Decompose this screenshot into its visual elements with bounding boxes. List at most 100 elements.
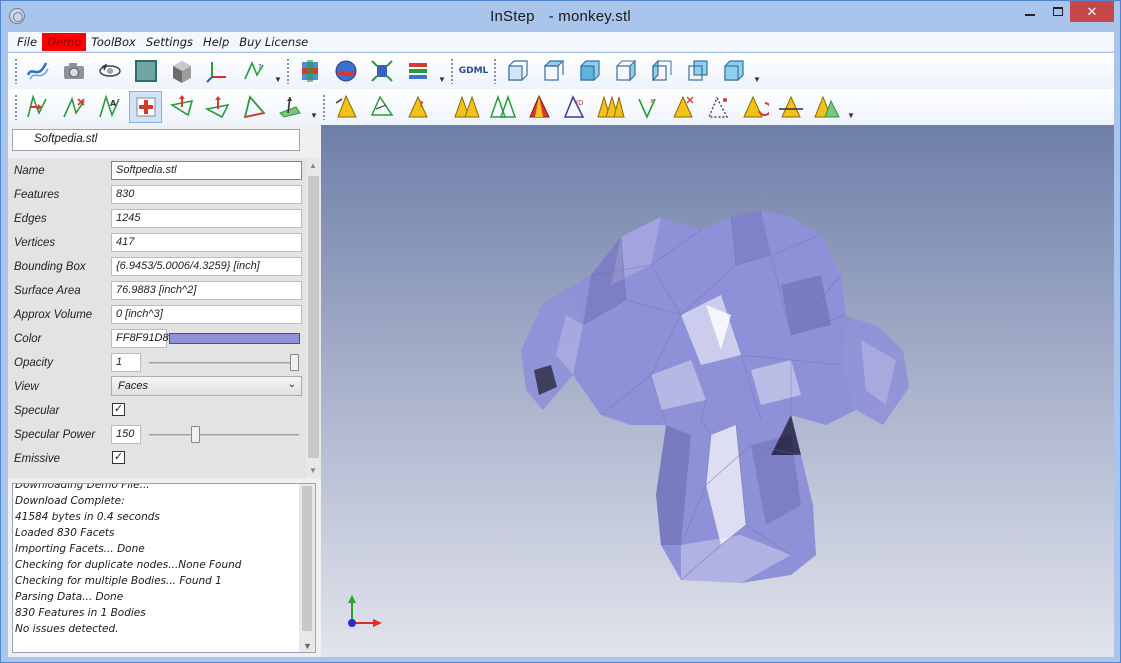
toolbar-grip[interactable]	[14, 94, 18, 120]
view-right-button[interactable]	[608, 55, 641, 87]
measure-icon: ?	[243, 60, 264, 80]
sphere-button[interactable]	[329, 55, 362, 87]
cone-tool-13-button[interactable]	[774, 91, 807, 123]
gdml-button[interactable]: GDML	[457, 55, 490, 87]
prop-label: Edges	[14, 213, 47, 225]
volume-field[interactable]: 0 [inch^3]	[111, 305, 302, 324]
scrollbar-thumb[interactable]	[308, 176, 319, 458]
scroll-up-icon[interactable]: ▲	[309, 161, 317, 170]
curve-icon	[26, 62, 49, 80]
specular-power-slider-thumb[interactable]	[191, 426, 201, 443]
specular-checkbox[interactable]: ✓	[112, 403, 125, 416]
menu-buy-license[interactable]: Buy License	[234, 33, 313, 51]
prop-label: Vertices	[14, 237, 56, 249]
opacity-input[interactable]: 1	[111, 353, 141, 372]
toolbar-overflow[interactable]: ▼	[846, 92, 856, 122]
section-button[interactable]	[293, 55, 326, 87]
axis-view-button[interactable]	[201, 55, 234, 87]
output-log[interactable]: Downloading Demo File... Download Complet…	[12, 483, 316, 653]
menu-toolbox[interactable]: ToolBox	[86, 33, 141, 51]
cone-tool-11-button[interactable]	[702, 91, 735, 123]
model-tree-item[interactable]: Softpedia.stl	[12, 129, 300, 151]
view-iso-button[interactable]	[572, 55, 605, 87]
menu-file[interactable]: File	[12, 33, 42, 51]
measure-button[interactable]: ?	[237, 55, 270, 87]
heal-button[interactable]	[129, 91, 162, 123]
solid-view-button[interactable]	[165, 55, 198, 87]
toolbar-overflow[interactable]	[437, 92, 447, 122]
edges-field[interactable]: 1245	[111, 209, 302, 228]
toolbar-overflow[interactable]: ▼	[309, 92, 319, 122]
view-left-button[interactable]	[644, 55, 677, 87]
view-front-button[interactable]	[500, 55, 533, 87]
chevron-down-icon: ⌄	[287, 379, 296, 390]
screenshot-button[interactable]	[57, 55, 90, 87]
cone-tool-4-button[interactable]	[450, 91, 483, 123]
menu-settings[interactable]: Settings	[141, 33, 198, 51]
scroll-down-icon[interactable]: ▼	[309, 466, 317, 475]
pick-face-button[interactable]	[21, 91, 54, 123]
toolbar-overflow[interactable]: ▼	[752, 56, 762, 86]
specular-power-input[interactable]: 150	[111, 425, 141, 444]
prop-label: Features	[14, 189, 60, 201]
flip-normal-icon	[204, 96, 229, 119]
color-swatch[interactable]	[169, 333, 300, 344]
cone-tool-14-button[interactable]	[810, 91, 843, 123]
cone-tool-2-button[interactable]	[365, 91, 398, 123]
scrollbar-thumb[interactable]	[302, 486, 312, 631]
cone-tool-12-button[interactable]	[738, 91, 771, 123]
specular-power-slider[interactable]	[149, 434, 299, 436]
render-button[interactable]	[129, 55, 162, 87]
open-model-button[interactable]	[21, 55, 54, 87]
bounding-box-field[interactable]: {6.9453/5.0006/4.3259} [inch]	[111, 257, 302, 276]
name-input[interactable]: Softpedia.stl	[111, 161, 302, 180]
cone-tool-8-button[interactable]	[594, 91, 627, 123]
surface-area-field[interactable]: 76.9883 [inch^2]	[111, 281, 302, 300]
log-scrollbar[interactable]: ▼	[299, 484, 315, 652]
view-back-button[interactable]	[680, 55, 713, 87]
cone-tool-6-button[interactable]	[522, 91, 555, 123]
normal-button[interactable]	[165, 91, 198, 123]
opacity-slider-thumb[interactable]	[290, 354, 299, 371]
plane-button[interactable]	[273, 91, 306, 123]
toolbar-overflow[interactable]: ▼	[273, 56, 283, 86]
features-field[interactable]: 830	[111, 185, 302, 204]
vertices-field[interactable]: 417	[111, 233, 302, 252]
view-top-button[interactable]	[536, 55, 569, 87]
pick-vertex-button[interactable]: A	[93, 91, 126, 123]
menu-demo[interactable]: Demo	[42, 32, 87, 51]
cone-tool-3-button[interactable]: ?	[401, 91, 434, 123]
plane-icon	[278, 96, 301, 118]
monkey-model[interactable]	[321, 125, 1114, 657]
color-input[interactable]: FF8F91D8	[111, 329, 169, 348]
toolbar-grip[interactable]	[493, 58, 497, 84]
cone-tool-9-button[interactable]: x	[630, 91, 663, 123]
pick-edge-button[interactable]	[57, 91, 90, 123]
cone-tool-7-button[interactable]: ID	[558, 91, 591, 123]
flip-normal-button[interactable]	[201, 91, 234, 123]
toolbar-grip[interactable]	[450, 58, 454, 84]
layers-button[interactable]	[401, 55, 434, 87]
menu-help[interactable]: Help	[198, 33, 234, 51]
view-bottom-button[interactable]	[716, 55, 749, 87]
toolbar-grip[interactable]	[14, 58, 18, 84]
triangle-button[interactable]	[237, 91, 270, 123]
properties-scrollbar[interactable]: ▲ ▼	[306, 158, 321, 478]
toolbar-overflow[interactable]: ▼	[437, 56, 447, 86]
cone-tool-1-button[interactable]	[329, 91, 362, 123]
cone-tool-10-button[interactable]	[666, 91, 699, 123]
explode-button[interactable]	[365, 55, 398, 87]
prop-label: Specular Power	[14, 429, 96, 441]
rotate-view-button[interactable]	[93, 55, 126, 87]
emissive-checkbox[interactable]: ✓	[112, 451, 125, 464]
opacity-slider[interactable]	[149, 362, 299, 364]
view-select[interactable]: Faces ⌄	[111, 376, 302, 396]
cone-tool-5-button[interactable]	[486, 91, 519, 123]
close-button[interactable]: ✕	[1070, 1, 1114, 22]
render-icon	[134, 60, 157, 82]
3d-viewport[interactable]	[321, 125, 1114, 657]
scroll-down-icon[interactable]: ▼	[303, 641, 312, 651]
toolbar-grip[interactable]	[322, 94, 326, 120]
toolbar-grip[interactable]	[286, 58, 290, 84]
pick-face-icon	[26, 94, 47, 118]
